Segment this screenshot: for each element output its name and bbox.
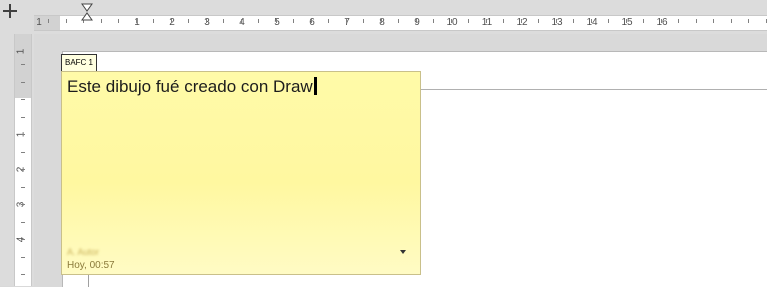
indent-marker-icon[interactable] <box>81 3 93 21</box>
ruler-tick <box>450 19 452 23</box>
ruler-tick <box>485 19 487 23</box>
top-margin-area <box>15 34 31 98</box>
ruler-tick <box>730 19 732 23</box>
ruler-tick <box>625 19 627 23</box>
vertical-ruler-strip: 11234 <box>14 34 32 286</box>
ruler-tick <box>100 19 102 23</box>
ruler-tick <box>205 19 207 23</box>
ruler-tick <box>608 19 609 23</box>
ruler-tick <box>223 19 224 23</box>
ruler-tick <box>153 19 154 23</box>
ruler-tick <box>398 19 399 23</box>
ruler-tick <box>293 19 294 23</box>
ruler-tick <box>328 19 329 23</box>
ruler-tick <box>415 19 417 23</box>
ruler-tick <box>468 19 469 23</box>
ruler-tick <box>538 19 539 23</box>
ruler-tick <box>520 19 522 23</box>
comment-anchor-line <box>420 89 767 90</box>
ruler-tick <box>170 19 172 23</box>
comment-text: Este dibujo fué creado con Draw <box>67 77 313 96</box>
ruler-corner-icon <box>3 4 17 18</box>
vertical-ruler-tick <box>21 81 25 83</box>
vertical-ruler-tick <box>21 151 25 153</box>
vertical-ruler-tick <box>21 64 25 65</box>
vertical-ruler-tick <box>21 99 25 100</box>
vertical-ruler-tick <box>21 134 25 135</box>
ruler-tick <box>573 19 574 23</box>
ruler-tick <box>65 19 67 23</box>
ruler-tick <box>363 19 364 23</box>
ruler-number: 1 <box>36 17 42 28</box>
vertical-ruler-tick <box>21 169 25 170</box>
vertical-ruler-tick <box>21 256 25 258</box>
ruler-tick <box>748 19 749 23</box>
vertical-ruler-tick <box>21 116 25 118</box>
ruler-tick <box>135 19 137 23</box>
ruler-tick <box>118 19 119 23</box>
vertical-ruler-number: 1 <box>15 48 27 55</box>
ruler-tick <box>310 19 312 23</box>
ruler-tick <box>555 19 557 23</box>
comment-box[interactable]: Este dibujo fué creado con Draw A. Autor… <box>61 71 421 275</box>
vertical-ruler-tick <box>21 186 25 188</box>
ruler-number: 11 <box>481 17 493 28</box>
ruler-number: 10 <box>446 17 458 28</box>
text-cursor <box>313 77 317 95</box>
ruler-number: 12 <box>516 17 528 28</box>
ruler-tick <box>660 19 662 23</box>
ruler-tick <box>765 19 767 23</box>
ruler-tick <box>275 19 277 23</box>
ruler-tick <box>258 19 259 23</box>
ruler-tick <box>678 19 679 23</box>
ruler-tick <box>188 19 189 23</box>
ruler-number: 14 <box>586 17 598 28</box>
ruler-tick <box>240 19 242 23</box>
ruler-tick <box>380 19 382 23</box>
ruler-number: 13 <box>551 17 563 28</box>
ruler-number: 15 <box>621 17 633 28</box>
comment-anchor-label[interactable]: BAFC 1 <box>61 54 98 72</box>
comment-menu-arrow-icon[interactable] <box>400 250 406 254</box>
horizontal-ruler[interactable]: 1 1 2 3 4 5 6 7 8 9 10 11 12 13 14 15 16 <box>0 0 767 34</box>
ruler-tick <box>695 19 697 23</box>
comment-text-area[interactable]: Este dibujo fué creado con Draw <box>67 77 317 97</box>
comment-author: A. Autor <box>67 247 100 257</box>
ruler-tick <box>713 19 714 23</box>
ruler-tick <box>433 19 434 23</box>
ruler-tick <box>643 19 644 23</box>
vertical-ruler-tick <box>21 239 25 240</box>
vertical-ruler-tick <box>21 204 25 205</box>
vertical-ruler-tick <box>21 221 25 223</box>
ruler-tick <box>48 19 49 23</box>
vertical-ruler-tick <box>21 274 25 275</box>
ruler-tick <box>590 19 592 23</box>
vertical-ruler[interactable]: 11234 <box>0 34 34 286</box>
ruler-number: 16 <box>656 17 668 28</box>
horizontal-ruler-strip: 1 1 2 3 4 5 6 7 8 9 10 11 12 13 14 15 16 <box>34 15 767 31</box>
ruler-tick <box>345 19 347 23</box>
ruler-tick <box>503 19 504 23</box>
comment-date: Hoy, 00:57 <box>67 260 115 271</box>
